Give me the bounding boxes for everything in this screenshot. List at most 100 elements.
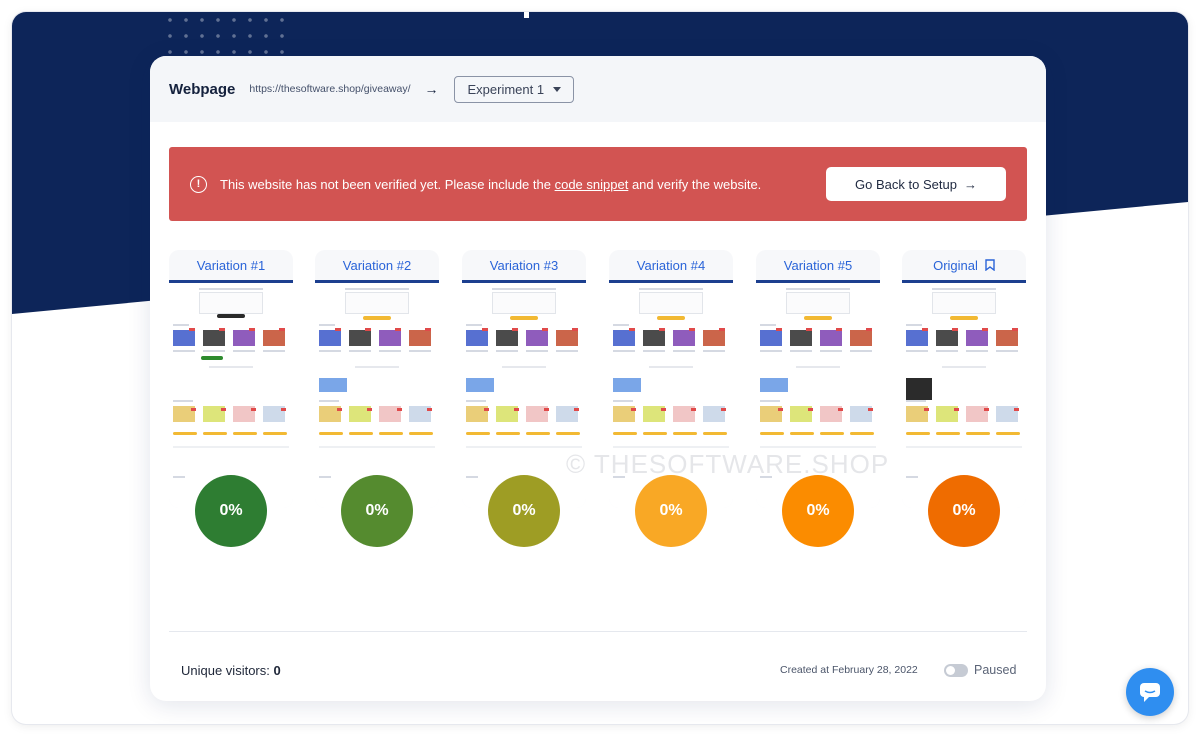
thumb-price: [466, 432, 490, 435]
thumb-price: [613, 432, 637, 435]
thumb-price: [409, 432, 433, 435]
thumb-tag: [806, 328, 812, 331]
status-label: Paused: [974, 663, 1017, 677]
variation-title[interactable]: Variation #2: [315, 250, 439, 280]
thumb-price: [173, 432, 197, 435]
variation-title[interactable]: Variation #1: [169, 250, 293, 280]
variation-percent: 0%: [806, 502, 830, 519]
thumb-product: [173, 330, 195, 346]
thumb-tag: [365, 328, 371, 331]
thumb-tag: [952, 328, 958, 331]
thumb-line: [613, 324, 629, 326]
thumb-price: [496, 432, 520, 435]
pause-toggle[interactable]: [944, 664, 968, 677]
thumb-tag: [924, 408, 929, 411]
variation-conversion-circle: 0%: [635, 475, 707, 547]
variation-thumbnail: [169, 280, 293, 508]
thumb-price: [526, 432, 550, 435]
thumb-tag: [367, 408, 372, 411]
thumb-nav: [169, 280, 293, 283]
thumb-product: [556, 330, 578, 346]
variation-title[interactable]: Variation #3: [462, 250, 586, 280]
thumb-tag: [838, 408, 843, 411]
webpage-url[interactable]: https://thesoftware.shop/giveaway/: [249, 83, 410, 95]
verification-alert: ! This website has not been verified yet…: [169, 147, 1027, 221]
variation-card[interactable]: Variation #2: [315, 250, 439, 508]
variation-card[interactable]: Original: [902, 250, 1026, 508]
thumb-tag: [514, 408, 519, 411]
thumb-price: [233, 432, 257, 435]
thumb-price: [790, 432, 814, 435]
variation-label: Variation #3: [489, 257, 559, 273]
thumb-tag: [836, 328, 842, 331]
thumb-product: [790, 330, 812, 346]
thumb-line: [820, 350, 842, 352]
variation-thumbnail: [315, 280, 439, 508]
thumb-line: [466, 324, 482, 326]
thumb-line: [466, 400, 486, 402]
thumb-line: [850, 350, 872, 352]
arrow-right-icon[interactable]: →: [425, 81, 439, 97]
thumb-badge: [319, 378, 347, 392]
bookmark-icon: [985, 259, 995, 271]
variation-conversion-circle: 0%: [195, 475, 267, 547]
thumb-product: [613, 330, 635, 346]
thumb-line: [173, 446, 289, 448]
experiment-select[interactable]: Experiment 1: [453, 75, 574, 103]
thumb-product: [496, 330, 518, 346]
thumb-tag: [544, 408, 549, 411]
caret-down-icon: [552, 86, 561, 92]
thumb-line: [466, 350, 488, 352]
go-back-to-setup-button[interactable]: Go Back to Setup →: [826, 167, 1006, 201]
thumb-product: [526, 330, 548, 346]
variation-label: Original: [933, 257, 978, 273]
experiment-card: Webpage https://thesoftware.shop/giveawa…: [150, 56, 1046, 701]
thumb-line: [760, 350, 782, 352]
thumb-tag: [629, 328, 635, 331]
thumb-tag: [661, 408, 666, 411]
thumb-tag: [191, 408, 196, 411]
thumb-product: [820, 330, 842, 346]
chat-button[interactable]: [1126, 668, 1174, 716]
unique-visitors-count: 0: [273, 663, 281, 678]
thumb-tag: [808, 408, 813, 411]
thumb-pill: [950, 316, 978, 320]
thumb-nav: [462, 280, 586, 283]
variation-conversion-circle: 0%: [341, 475, 413, 547]
thumb-price: [263, 432, 287, 435]
thumb-line: [760, 446, 876, 448]
thumb-line: [639, 288, 703, 290]
created-date: Created at February 28, 2022: [780, 664, 918, 676]
thumb-tag: [335, 328, 341, 331]
thumb-tag: [397, 408, 402, 411]
thumb-price: [643, 432, 667, 435]
thumb-badge: [613, 378, 641, 392]
variation-title[interactable]: Original: [902, 250, 1026, 280]
thumb-nav: [609, 280, 733, 283]
thumb-line: [319, 324, 335, 326]
thumb-line: [966, 350, 988, 352]
thumb-button: [201, 356, 223, 360]
thumb-tag: [954, 408, 959, 411]
thumb-line: [996, 350, 1018, 352]
alert-circle-icon: !: [190, 175, 207, 193]
thumb-product: [966, 330, 988, 346]
thumb-tag: [482, 328, 488, 331]
thumb-badge: [466, 378, 494, 392]
alert-message: This website has not been verified yet. …: [220, 177, 761, 192]
thumb-product: [996, 330, 1018, 346]
thumb-tag: [868, 408, 873, 411]
card-header: Webpage https://thesoftware.shop/giveawa…: [150, 56, 1046, 122]
thumb-line: [703, 350, 725, 352]
variation-title[interactable]: Variation #4: [609, 250, 733, 280]
thumb-product: [760, 330, 782, 346]
variation-label: Variation #2: [342, 257, 412, 273]
thumb-line: [556, 350, 578, 352]
thumb-tag: [542, 328, 548, 331]
variation-card[interactable]: Variation #1: [169, 250, 293, 508]
code-snippet-link[interactable]: code snippet: [555, 177, 629, 192]
variation-percent: 0%: [219, 502, 243, 519]
footer-divider: [169, 631, 1027, 632]
thumb-line: [379, 350, 401, 352]
variation-title[interactable]: Variation #5: [756, 250, 880, 280]
